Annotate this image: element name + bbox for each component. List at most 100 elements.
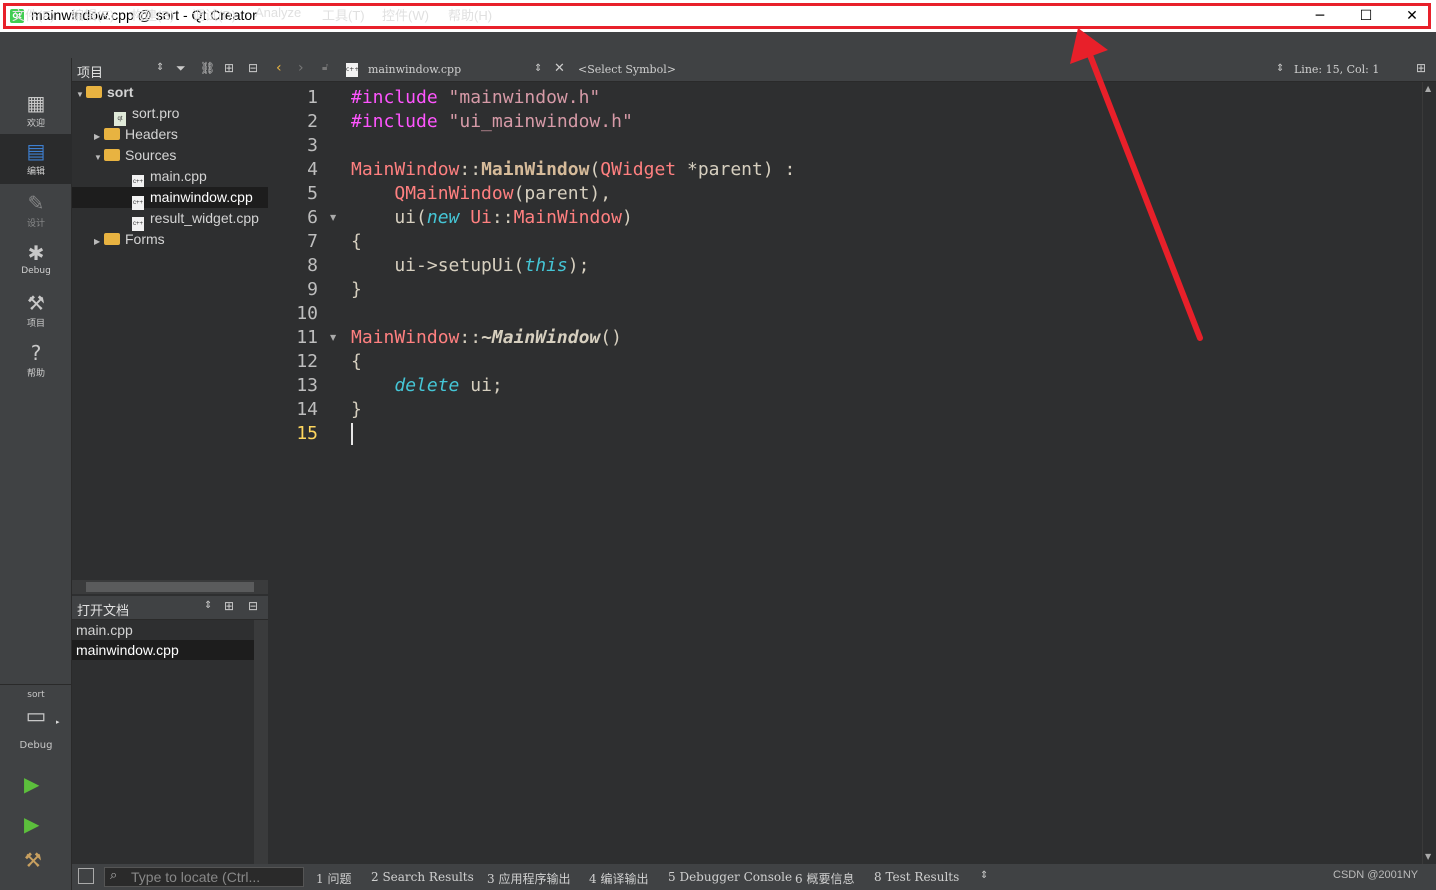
project-panel-header: 项目 ⇕ ⏷ ⛓ ⊞ ⊟ [72, 58, 268, 82]
code-editor[interactable]: #include "mainwindow.h" #include "ui_mai… [346, 82, 1422, 864]
split-icon[interactable]: ⊞ [224, 61, 234, 75]
output-tab-general[interactable]: 6 概要信息 [795, 870, 854, 887]
link-icon[interactable]: ⛓ [200, 61, 215, 75]
menu-debug[interactable]: 调试(D) [192, 5, 236, 24]
updown-icon[interactable]: ⇕ [156, 62, 164, 73]
code-line: { [351, 231, 362, 252]
tree-item-sources[interactable]: ▼ Sources [72, 145, 268, 166]
tree-item-forms[interactable]: ▶ Forms [72, 229, 268, 250]
output-tab-tests[interactable]: 8 Test Results [874, 870, 959, 884]
line-number-current: 15 [296, 423, 318, 444]
project-tree-hscrollbar[interactable] [72, 580, 268, 594]
updown-icon[interactable]: ⇕ [534, 63, 542, 74]
current-file-selector[interactable]: mainwindow.cpp [368, 63, 461, 76]
menu-analyze[interactable]: Analyze [255, 5, 301, 20]
expand-arrow-icon[interactable]: ▶ [94, 126, 104, 147]
pencil-icon: ✎ [27, 191, 45, 215]
tree-item-label: mainwindow.cpp [150, 189, 253, 205]
search-icon: ⌕ [110, 868, 118, 883]
open-docs-title[interactable]: 打开文档 [77, 600, 129, 619]
code-line: ui(new Ui::MainWindow) [351, 207, 633, 228]
menu-build[interactable]: 构建(B) [131, 5, 174, 24]
forward-icon[interactable]: › [298, 60, 304, 76]
monitor-icon[interactable]: ▭ [0, 704, 72, 729]
output-tab-compile[interactable]: 4 编译输出 [589, 870, 648, 887]
tree-item-file[interactable]: c++ main.cpp [72, 166, 268, 189]
expand-arrow-icon[interactable]: ▼ [76, 84, 86, 105]
cursor-position[interactable]: Line: 15, Col: 1 [1294, 63, 1379, 76]
locator-input[interactable]: Type to locate (Ctrl... [104, 867, 304, 887]
split-icon[interactable]: ⊞ [224, 599, 234, 613]
line-number-gutter: 1 2 3 4 5 6 ▼ 7 8 9 10 11 ▼ 12 13 14 15 [268, 82, 346, 864]
toggle-sidebar-icon[interactable] [78, 868, 94, 884]
output-tab-app-output[interactable]: 3 应用程序输出 [487, 870, 570, 887]
menu-file[interactable]: 文件(F) [12, 5, 55, 24]
symbol-selector[interactable]: <Select Symbol> [578, 63, 676, 76]
split-icon[interactable]: ⊞ [1416, 61, 1426, 75]
line-number: 1 [307, 87, 318, 108]
mode-help[interactable]: ? 帮助 [0, 336, 72, 386]
mode-debug[interactable]: ✱ Debug [0, 236, 72, 286]
scroll-up-icon[interactable]: ▲ [1425, 84, 1431, 93]
debug-run-icon[interactable]: ▶ [24, 812, 39, 836]
line-number: 11 [296, 327, 318, 348]
updown-icon[interactable]: ⇕ [204, 600, 212, 611]
scroll-down-icon[interactable]: ▼ [1425, 852, 1431, 861]
document-icon: ▤ [26, 139, 46, 163]
code-line: } [351, 279, 362, 300]
kit-arrow-icon[interactable]: ▸ [56, 718, 60, 726]
run-icon[interactable]: ▶ [24, 772, 39, 796]
code-line: QMainWindow(parent), [394, 183, 612, 204]
tree-item-headers[interactable]: ▶ Headers [72, 124, 268, 145]
line-number: 6 [307, 207, 318, 228]
menu-edit[interactable]: 编辑(E) [71, 5, 114, 24]
updown-icon[interactable]: ⇕ [980, 870, 988, 881]
mode-label: 帮助 [26, 369, 45, 379]
close-document-icon[interactable]: ✕ [554, 61, 565, 76]
folder-icon [104, 233, 120, 245]
filter-icon[interactable]: ⏷ [176, 61, 186, 76]
expand-arrow-icon[interactable]: ▼ [94, 147, 104, 168]
folder-icon [104, 149, 120, 161]
back-icon[interactable]: ‹ [276, 60, 282, 76]
open-docs-vscrollbar[interactable] [254, 620, 268, 864]
menu-bar [0, 32, 1436, 58]
menu-widgets[interactable]: 控件(W) [382, 5, 429, 24]
fold-marker-icon[interactable]: ▼ [330, 213, 336, 222]
scroll-thumb[interactable] [86, 582, 254, 592]
tree-item-label: sort [107, 84, 134, 100]
output-tab-issues[interactable]: 1 问题 [316, 870, 351, 887]
mode-label: 编辑 [26, 167, 45, 177]
tree-item-project[interactable]: ▼ sort [72, 82, 268, 103]
output-tab-debugger[interactable]: 5 Debugger Console [668, 870, 792, 884]
mode-design[interactable]: ✎ 设计 [0, 186, 72, 236]
output-tab-search[interactable]: 2 Search Results [371, 870, 474, 884]
mode-edit[interactable]: ▤ 编辑 [0, 134, 72, 184]
tree-item-label: Headers [125, 126, 178, 142]
open-docs-header: 打开文档 ⇕ ⊞ ⊟ [72, 596, 268, 620]
menu-help[interactable]: 帮助(H) [448, 5, 492, 24]
open-doc-item[interactable]: main.cpp [72, 620, 254, 640]
tree-item-label: sort.pro [132, 105, 180, 121]
project-view-selector[interactable]: 项目 [77, 62, 103, 81]
mode-projects[interactable]: ⚒ 项目 [0, 286, 72, 336]
line-number: 13 [296, 375, 318, 396]
updown-icon[interactable]: ⇕ [1276, 63, 1284, 74]
editor-vscrollbar[interactable]: ▲ ▼ [1422, 82, 1436, 864]
mode-welcome[interactable]: ▦ 欢迎 [0, 86, 72, 136]
menu-tools[interactable]: 工具(T) [322, 5, 365, 24]
expand-arrow-icon[interactable]: ▶ [94, 231, 104, 252]
help-icon: ? [30, 341, 42, 365]
line-number: 7 [307, 231, 318, 252]
close-panel-icon[interactable]: ⊟ [248, 599, 258, 613]
tree-item-file[interactable]: c++ result_widget.cpp [72, 208, 268, 231]
open-doc-item[interactable]: mainwindow.cpp [72, 640, 254, 660]
kit-project: sort [27, 690, 45, 700]
tree-item-file[interactable]: c++ mainwindow.cpp [72, 187, 268, 210]
close-panel-icon[interactable]: ⊟ [248, 61, 258, 75]
tree-item-pro[interactable]: qt sort.pro [72, 103, 268, 126]
code-line: MainWindow::~MainWindow() [351, 327, 622, 348]
fold-marker-icon[interactable]: ▼ [330, 333, 336, 342]
build-hammer-icon[interactable]: ⚒ [24, 848, 42, 872]
open-docs-list: main.cpp mainwindow.cpp [72, 620, 268, 864]
